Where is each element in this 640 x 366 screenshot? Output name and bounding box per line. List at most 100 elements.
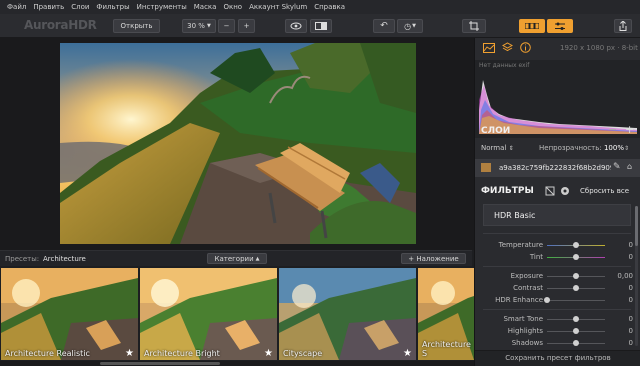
filters-scrollbar[interactable] — [635, 206, 638, 346]
slider-tint[interactable]: Tint 0 — [475, 252, 640, 263]
preset-preview-image — [1, 268, 138, 360]
remove-layer-button[interactable]: − — [608, 123, 617, 136]
clock-icon: ◷ — [404, 21, 412, 31]
opacity-control[interactable]: Непрозрачность: 100%⇕ — [539, 144, 629, 152]
divider — [483, 309, 631, 310]
mask-icon[interactable] — [545, 186, 555, 196]
filter-settings-icon[interactable] — [560, 186, 570, 196]
scrollbar-thumb[interactable] — [635, 206, 638, 246]
layers-title: СЛОИ — [481, 126, 511, 136]
add-layer-button[interactable]: + — [625, 123, 634, 136]
slider-knob[interactable] — [544, 297, 550, 303]
active-filter-name[interactable]: HDR Basic — [494, 211, 535, 220]
brush-icon[interactable]: ✎ — [613, 162, 621, 172]
history-button[interactable]: ◷ ▼ — [397, 19, 423, 33]
slider-hdr-enhance[interactable]: HDR Enhance 0 — [475, 295, 640, 306]
slider-label: Contrast — [513, 284, 543, 292]
slider-label: Highlights — [507, 327, 543, 335]
layer-row[interactable]: a9a382c759fb222832f68b2d909.j... ✎ ⌂ — [475, 159, 640, 177]
opacity-label: Непрозрачность: — [539, 144, 602, 152]
presets-current[interactable]: Architecture — [43, 255, 86, 263]
histogram-tab-icon[interactable] — [483, 43, 495, 53]
presets-toggle-button[interactable] — [519, 19, 545, 33]
slider-knob[interactable] — [573, 328, 579, 334]
preset-preview-image — [140, 268, 277, 360]
slider-knob[interactable] — [573, 316, 579, 322]
preset-name: Architecture S — [422, 340, 471, 358]
preset-thumb[interactable]: Architecture Realistic ★ — [1, 268, 138, 360]
chevron-down-icon: ▼ — [412, 23, 416, 29]
reset-all-button[interactable]: Сбросить все — [580, 187, 629, 195]
filters-title: ФИЛЬТРЫ — [481, 186, 534, 196]
slider-value: 0 — [628, 253, 633, 261]
slider-knob[interactable] — [573, 340, 579, 346]
slider-knob[interactable] — [573, 285, 579, 291]
sliders-icon — [555, 22, 565, 30]
main-photo[interactable] — [60, 43, 416, 244]
thumbs-scrollbar[interactable] — [0, 361, 474, 366]
compare-button[interactable] — [310, 19, 332, 33]
eye-icon — [290, 22, 302, 30]
zoom-value: 30 % — [187, 22, 205, 30]
zoom-in-button[interactable]: + — [238, 19, 255, 33]
star-icon[interactable]: ★ — [264, 348, 273, 359]
slider-knob[interactable] — [573, 242, 579, 248]
presets-icon — [525, 23, 539, 29]
menu-account[interactable]: Аккаунт Skylum — [249, 3, 307, 11]
slider-smart-tone[interactable]: Smart Tone 0 — [475, 314, 640, 325]
menu-tools[interactable]: Инструменты — [137, 3, 187, 11]
menu-window[interactable]: Окно — [223, 3, 242, 11]
app-logo: AuroraHDR — [24, 18, 97, 32]
star-icon[interactable]: ★ — [403, 348, 412, 359]
slider-highlights[interactable]: Highlights 0 — [475, 326, 640, 337]
right-panel: 1920 x 1080 px · 8-bit Нет данных exif С… — [474, 38, 640, 366]
preset-thumb[interactable]: Cityscape ★ — [279, 268, 416, 360]
adjustments-toggle-button[interactable] — [547, 19, 573, 33]
open-button[interactable]: Открыть — [113, 19, 160, 33]
slider-knob[interactable] — [573, 254, 579, 260]
save-preset-button[interactable]: Сохранить пресет фильтров — [475, 354, 640, 362]
blend-mode-select[interactable]: Normal ⇕ — [481, 144, 514, 152]
chevron-down-icon: ▼ — [206, 23, 211, 29]
zoom-select[interactable]: 30 % ▼ — [182, 19, 216, 33]
star-icon[interactable]: ★ — [125, 348, 134, 359]
menu-layers[interactable]: Слои — [71, 3, 89, 11]
divider — [483, 266, 631, 267]
menu-mask[interactable]: Маска — [194, 3, 217, 11]
categories-button[interactable]: Категории ▲ — [207, 253, 267, 264]
slider-temperature[interactable]: Temperature 0 — [475, 240, 640, 251]
undo-button[interactable]: ↶ — [373, 19, 395, 33]
slider-label: Exposure — [510, 272, 543, 280]
menu-file[interactable]: Файл — [7, 3, 26, 11]
preset-thumbnails: Architecture Realistic ★ Architecture Br… — [0, 268, 474, 360]
menu-edit[interactable]: Править — [33, 3, 64, 11]
crop-button[interactable] — [462, 19, 486, 33]
preview-button[interactable] — [285, 19, 307, 33]
presets-bar: Пресеты: Architecture Категории ▲ + Налож… — [0, 250, 472, 266]
slider-contrast[interactable]: Contrast 0 — [475, 283, 640, 294]
zoom-out-button[interactable]: − — [218, 19, 235, 33]
menu-bar: Файл Править Слои Фильтры Инструменты Ма… — [0, 0, 640, 14]
slider-shadows[interactable]: Shadows 0 — [475, 338, 640, 349]
lock-icon[interactable]: ⌂ — [627, 162, 632, 171]
chevron-updown-icon: ⇕ — [508, 145, 514, 152]
slider-exposure[interactable]: Exposure 0,00 — [475, 271, 640, 282]
preset-thumb[interactable]: Architecture Bright ★ — [140, 268, 277, 360]
crop-icon — [469, 21, 479, 31]
scrollbar-thumb[interactable] — [100, 362, 220, 365]
share-button[interactable] — [614, 19, 632, 33]
preset-thumb[interactable]: Architecture S — [418, 268, 474, 360]
slider-knob[interactable] — [573, 273, 579, 279]
info-icon[interactable] — [520, 42, 531, 53]
landscape-image — [60, 43, 416, 244]
menu-help[interactable]: Справка — [314, 3, 345, 11]
slider-track[interactable] — [547, 300, 605, 301]
image-resolution: 1920 x 1080 px · 8-bit — [560, 44, 638, 52]
slider-label: Shadows — [511, 339, 543, 347]
preset-preview-image — [279, 268, 416, 360]
menu-filters[interactable]: Фильтры — [96, 3, 129, 11]
layers-tab-icon[interactable] — [502, 42, 513, 53]
preset-name: Architecture Realistic — [5, 349, 90, 358]
overlay-button[interactable]: + Наложение — [401, 253, 466, 264]
slider-value: 0 — [628, 339, 633, 347]
